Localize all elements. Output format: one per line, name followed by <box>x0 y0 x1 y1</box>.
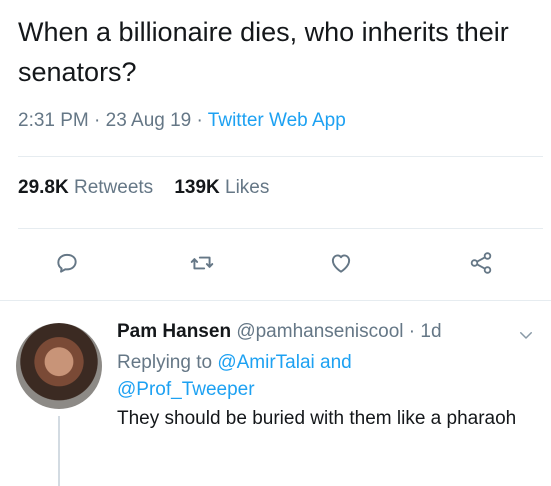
reply-header: Pam Hansen @pamhanseniscool · 1d <box>117 319 537 345</box>
avatar[interactable] <box>16 323 102 409</box>
header-separator: · <box>403 321 421 342</box>
comment-icon <box>57 253 77 273</box>
mention-link[interactable]: @AmirTalai <box>217 352 314 373</box>
likes-count: 139K <box>174 177 220 198</box>
like-button[interactable] <box>323 245 359 281</box>
meta-separator: · <box>88 110 106 131</box>
thread-line <box>58 416 60 486</box>
reply-body: Pam Hansen @pamhanseniscool · 1d Replyin… <box>117 319 537 433</box>
likes-stat[interactable]: 139K Likes <box>174 177 269 198</box>
heart-icon <box>331 254 351 273</box>
replying-prefix: Replying to <box>117 352 213 373</box>
replying-to: Replying to @AmirTalai and @Prof_Tweeper <box>117 349 537 403</box>
retweets-count: 29.8K <box>18 177 69 198</box>
retweets-label: Retweets <box>73 177 154 198</box>
reply-author-name[interactable]: Pam Hansen <box>117 321 231 342</box>
tweet-time: 2:31 PM <box>18 110 89 131</box>
share-button[interactable] <box>463 245 499 281</box>
tweet-date[interactable]: 23 Aug 19 <box>106 110 192 131</box>
likes-label: Likes <box>225 177 270 198</box>
reply-age[interactable]: 1d <box>420 321 441 342</box>
reply-button[interactable] <box>49 245 85 281</box>
retweet-icon <box>190 256 214 270</box>
mention-link[interactable]: @Prof_Tweeper <box>117 379 255 400</box>
reply-text: They should be buried with them like a p… <box>117 408 517 429</box>
reply-tweet[interactable]: Pam Hansen @pamhanseniscool · 1d Replyin… <box>0 301 551 486</box>
tweet-actions <box>0 245 551 285</box>
reply-author-handle[interactable]: @pamhanseniscool <box>236 321 403 342</box>
meta-separator: · <box>191 110 208 131</box>
tweet-text: When a billionaire dies, who inherits th… <box>18 17 509 87</box>
retweets-stat[interactable]: 29.8K Retweets <box>18 177 153 198</box>
share-icon <box>470 252 492 274</box>
retweet-button[interactable] <box>184 245 220 281</box>
tweet-meta: 2:31 PM · 23 Aug 19 · Twitter Web App <box>18 110 346 132</box>
divider <box>18 156 543 157</box>
tweet-source-link[interactable]: Twitter Web App <box>208 110 346 131</box>
replying-and[interactable]: and <box>320 352 352 373</box>
tweet-stats: 29.8K Retweets 139K Likes <box>18 177 269 199</box>
chevron-down-icon[interactable] <box>517 326 535 344</box>
divider <box>18 228 543 229</box>
